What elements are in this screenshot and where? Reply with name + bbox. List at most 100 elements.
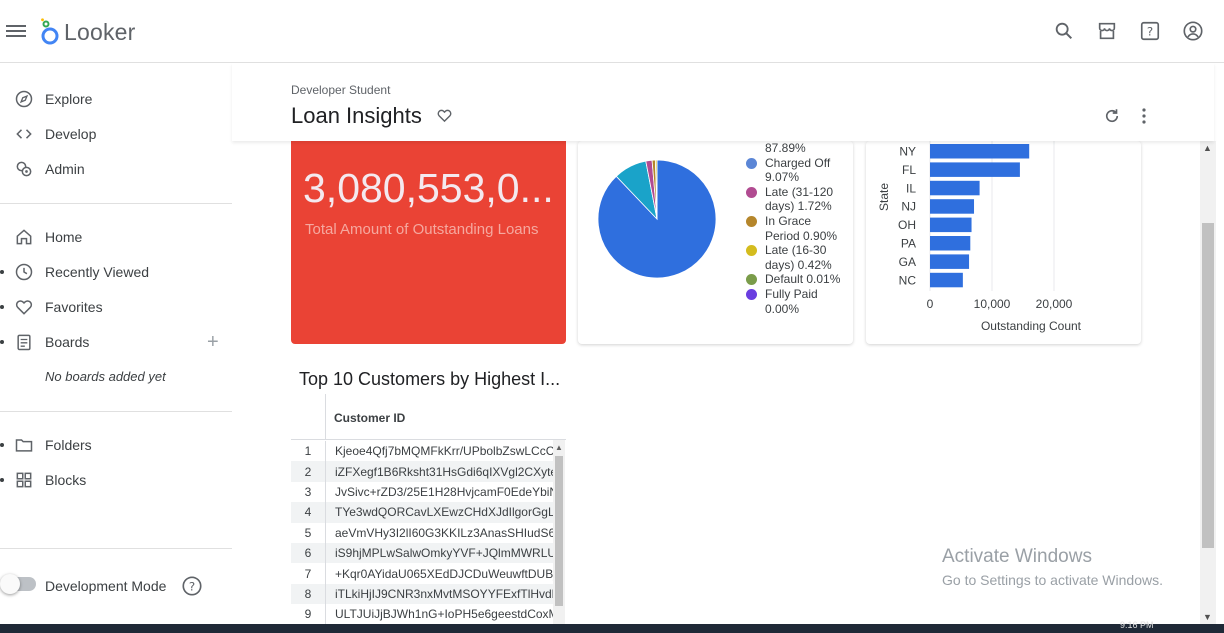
sidebar-item-label: Boards bbox=[45, 334, 90, 350]
table-row[interactable]: 6 iS9hjMPLwSalwOmkyYVF+JQlmMWRLUa bbox=[291, 543, 553, 564]
question-circle-icon[interactable]: ? bbox=[181, 575, 203, 597]
legend-label: Default 0.01% bbox=[765, 272, 841, 287]
customer-id-cell[interactable]: TYe3wdQORCavLXEwzCHdXJdIlgorGgLo bbox=[326, 505, 553, 519]
folder-breadcrumb[interactable]: Developer Student bbox=[291, 83, 390, 97]
y-tick-label: IL bbox=[906, 181, 916, 195]
pie-legend: 87.89% Charged Off 9.07% Late (31-120 days… bbox=[746, 141, 843, 316]
legend-swatch bbox=[746, 288, 757, 300]
page-scrollbar[interactable]: ▲ ▼ bbox=[1200, 141, 1216, 624]
clock-icon bbox=[15, 263, 33, 281]
customer-id-cell[interactable]: iS9hjMPLwSalwOmkyYVF+JQlmMWRLUa bbox=[326, 546, 553, 560]
bar-ga[interactable] bbox=[930, 254, 970, 269]
sidebar-item-label: Home bbox=[45, 229, 83, 245]
customer-id-cell[interactable]: iZFXegf1B6Rksht31HsGdi6qIXVgl2CXyte bbox=[326, 465, 553, 479]
scroll-up-arrow-icon[interactable]: ▲ bbox=[555, 443, 563, 452]
customer-id-cell[interactable]: iTLkiHjIJ9CNR3nxMvtMSOYYFExfTlHvdb bbox=[326, 587, 553, 601]
y-tick-label: NY bbox=[899, 145, 916, 159]
customer-id-cell[interactable]: +Kqr0AYidaU065XEdDJCDuWeuwftDUBj0 bbox=[326, 567, 553, 581]
sidebar-item-explore[interactable]: Explore bbox=[14, 84, 92, 114]
table-row[interactable]: 9 ULTJUiJjBJWh1nG+IoPH5e6geestdCoxM bbox=[291, 604, 553, 625]
activate-windows-title: Activate Windows bbox=[942, 546, 1092, 567]
x-tick-label: 0 bbox=[927, 297, 934, 311]
expand-bullet[interactable] bbox=[0, 305, 4, 309]
legend-label: Fully Paid 0.00% bbox=[765, 286, 818, 316]
legend-item[interactable]: Charged Off 9.07% bbox=[746, 156, 843, 185]
search-icon[interactable] bbox=[1053, 20, 1075, 42]
row-number: 8 bbox=[291, 583, 326, 605]
bar-pa[interactable] bbox=[930, 236, 971, 251]
scroll-down-arrow-icon[interactable]: ▼ bbox=[1203, 612, 1212, 622]
scroll-up-arrow-icon[interactable]: ▲ bbox=[1203, 143, 1212, 153]
kpi-tile[interactable]: 3,080,553,0... Total Amount of Outstandi… bbox=[291, 141, 566, 344]
bar-fl[interactable] bbox=[930, 162, 1020, 177]
legend-item[interactable]: Default 0.01% bbox=[746, 272, 843, 287]
legend-item[interactable]: Late (31-120 days) 1.72% bbox=[746, 185, 843, 214]
bar-ny[interactable] bbox=[930, 144, 1030, 159]
sidebar-item-folders[interactable]: Folders bbox=[14, 430, 92, 460]
expand-bullet[interactable] bbox=[0, 443, 4, 447]
table-row[interactable]: 8 iTLkiHjIJ9CNR3nxMvtMSOYYFExfTlHvdb bbox=[291, 583, 553, 605]
looker-logo[interactable]: Looker bbox=[40, 18, 136, 46]
sidebar-item-favorites[interactable]: Favorites bbox=[14, 292, 103, 322]
sidebar-item-recently-viewed[interactable]: Recently Viewed bbox=[14, 257, 149, 287]
table-scrollbar[interactable]: ▲ bbox=[553, 440, 565, 633]
refresh-icon[interactable] bbox=[1103, 107, 1121, 125]
looker-logo-icon bbox=[41, 18, 59, 45]
table-row[interactable]: 2 iZFXegf1B6Rksht31HsGdi6qIXVgl2CXyte bbox=[291, 461, 553, 482]
loan-status-pie-tile[interactable]: 87.89% Charged Off 9.07% Late (31-120 days… bbox=[578, 141, 853, 344]
x-tick-label: 20,000 bbox=[1036, 297, 1073, 311]
bar-oh[interactable] bbox=[930, 217, 972, 233]
hamburger-menu-icon[interactable] bbox=[6, 22, 26, 42]
y-tick-label: OH bbox=[898, 218, 916, 232]
customer-id-cell[interactable]: JvSivc+rZD3/25E1H28HvjcamF0EdeYbiN bbox=[326, 485, 553, 499]
home-icon bbox=[16, 229, 32, 245]
sidebar-item-home[interactable]: Home bbox=[14, 222, 82, 252]
folder-icon bbox=[15, 439, 33, 452]
page-scroll-thumb[interactable] bbox=[1202, 223, 1214, 548]
sidebar-item-develop[interactable]: Develop bbox=[14, 119, 96, 149]
legend-swatch bbox=[746, 157, 757, 169]
windows-taskbar: 9:16 PM bbox=[0, 620, 1224, 633]
table-row[interactable]: 3 JvSivc+rZD3/25E1H28HvjcamF0EdeYbiN bbox=[291, 481, 553, 503]
legend-swatch bbox=[746, 245, 757, 257]
customer-id-cell[interactable]: aeVmVHy3I2lI60G3KKILz3AnasSHIudS6s bbox=[326, 526, 553, 540]
legend-item[interactable]: In Grace Period 0.90% bbox=[746, 214, 843, 243]
sidebar-divider bbox=[0, 203, 232, 204]
column-header-customer-id[interactable]: Customer ID bbox=[334, 411, 405, 425]
state-bar-tile[interactable]: 0 10,000 20,000 NY FL IL NJ OH PA GA NC Outstanding… bbox=[866, 141, 1141, 344]
bar-il[interactable] bbox=[930, 180, 980, 196]
table-row[interactable]: 4 TYe3wdQORCavLXEwzCHdXJdIlgorGgLo bbox=[291, 502, 553, 523]
expand-bullet[interactable] bbox=[0, 340, 4, 344]
marketplace-icon[interactable] bbox=[1096, 20, 1118, 42]
table-row[interactable]: 5 aeVmVHy3I2lI60G3KKILz3AnasSHIudS6s bbox=[291, 522, 553, 543]
development-mode-toggle[interactable] bbox=[0, 574, 36, 594]
customer-id-cell[interactable]: ULTJUiJjBJWh1nG+IoPH5e6geestdCoxM bbox=[326, 607, 553, 621]
customer-id-cell[interactable]: Kjeoe4Qfj7bMQMFkKrr/UPbolbZswLCcCr bbox=[326, 444, 553, 458]
more-options-icon[interactable] bbox=[1136, 107, 1152, 125]
heart-icon bbox=[15, 300, 33, 315]
help-icon[interactable]: ? bbox=[1139, 20, 1161, 42]
bar-nc[interactable] bbox=[930, 272, 963, 288]
table-row[interactable]: 7 +Kqr0AYidaU065XEdDJCDuWeuwftDUBj0 bbox=[291, 563, 553, 584]
legend-item[interactable]: 87.89% bbox=[746, 141, 843, 156]
expand-bullet[interactable] bbox=[0, 270, 4, 274]
row-number: 4 bbox=[291, 502, 326, 523]
board-icon bbox=[17, 334, 31, 351]
sidebar-item-admin[interactable]: Admin bbox=[14, 154, 85, 184]
sidebar-item-label: Develop bbox=[45, 126, 97, 142]
sidebar-item-blocks[interactable]: Blocks bbox=[14, 465, 86, 495]
blocks-icon bbox=[16, 472, 32, 488]
table-scroll-thumb[interactable] bbox=[555, 456, 563, 606]
customers-table[interactable]: Customer ID 1 Kjeoe4Qfj7bMQMFkKrr/UPbolbZ… bbox=[291, 394, 566, 633]
add-board-button[interactable]: + bbox=[207, 331, 219, 354]
expand-bullet[interactable] bbox=[0, 478, 4, 482]
admin-gear-icon bbox=[16, 161, 32, 177]
legend-item[interactable]: Late (16-30 days) 0.42% bbox=[746, 243, 843, 272]
legend-item[interactable]: Fully Paid 0.00% bbox=[746, 287, 843, 316]
sidebar-divider bbox=[0, 411, 232, 412]
favorite-heart-icon[interactable] bbox=[436, 107, 453, 124]
sidebar-item-boards[interactable]: Boards bbox=[14, 327, 89, 357]
bar-nj[interactable] bbox=[930, 199, 975, 214]
account-icon[interactable] bbox=[1182, 20, 1204, 42]
table-row[interactable]: 1 Kjeoe4Qfj7bMQMFkKrr/UPbolbZswLCcCr bbox=[291, 441, 553, 462]
